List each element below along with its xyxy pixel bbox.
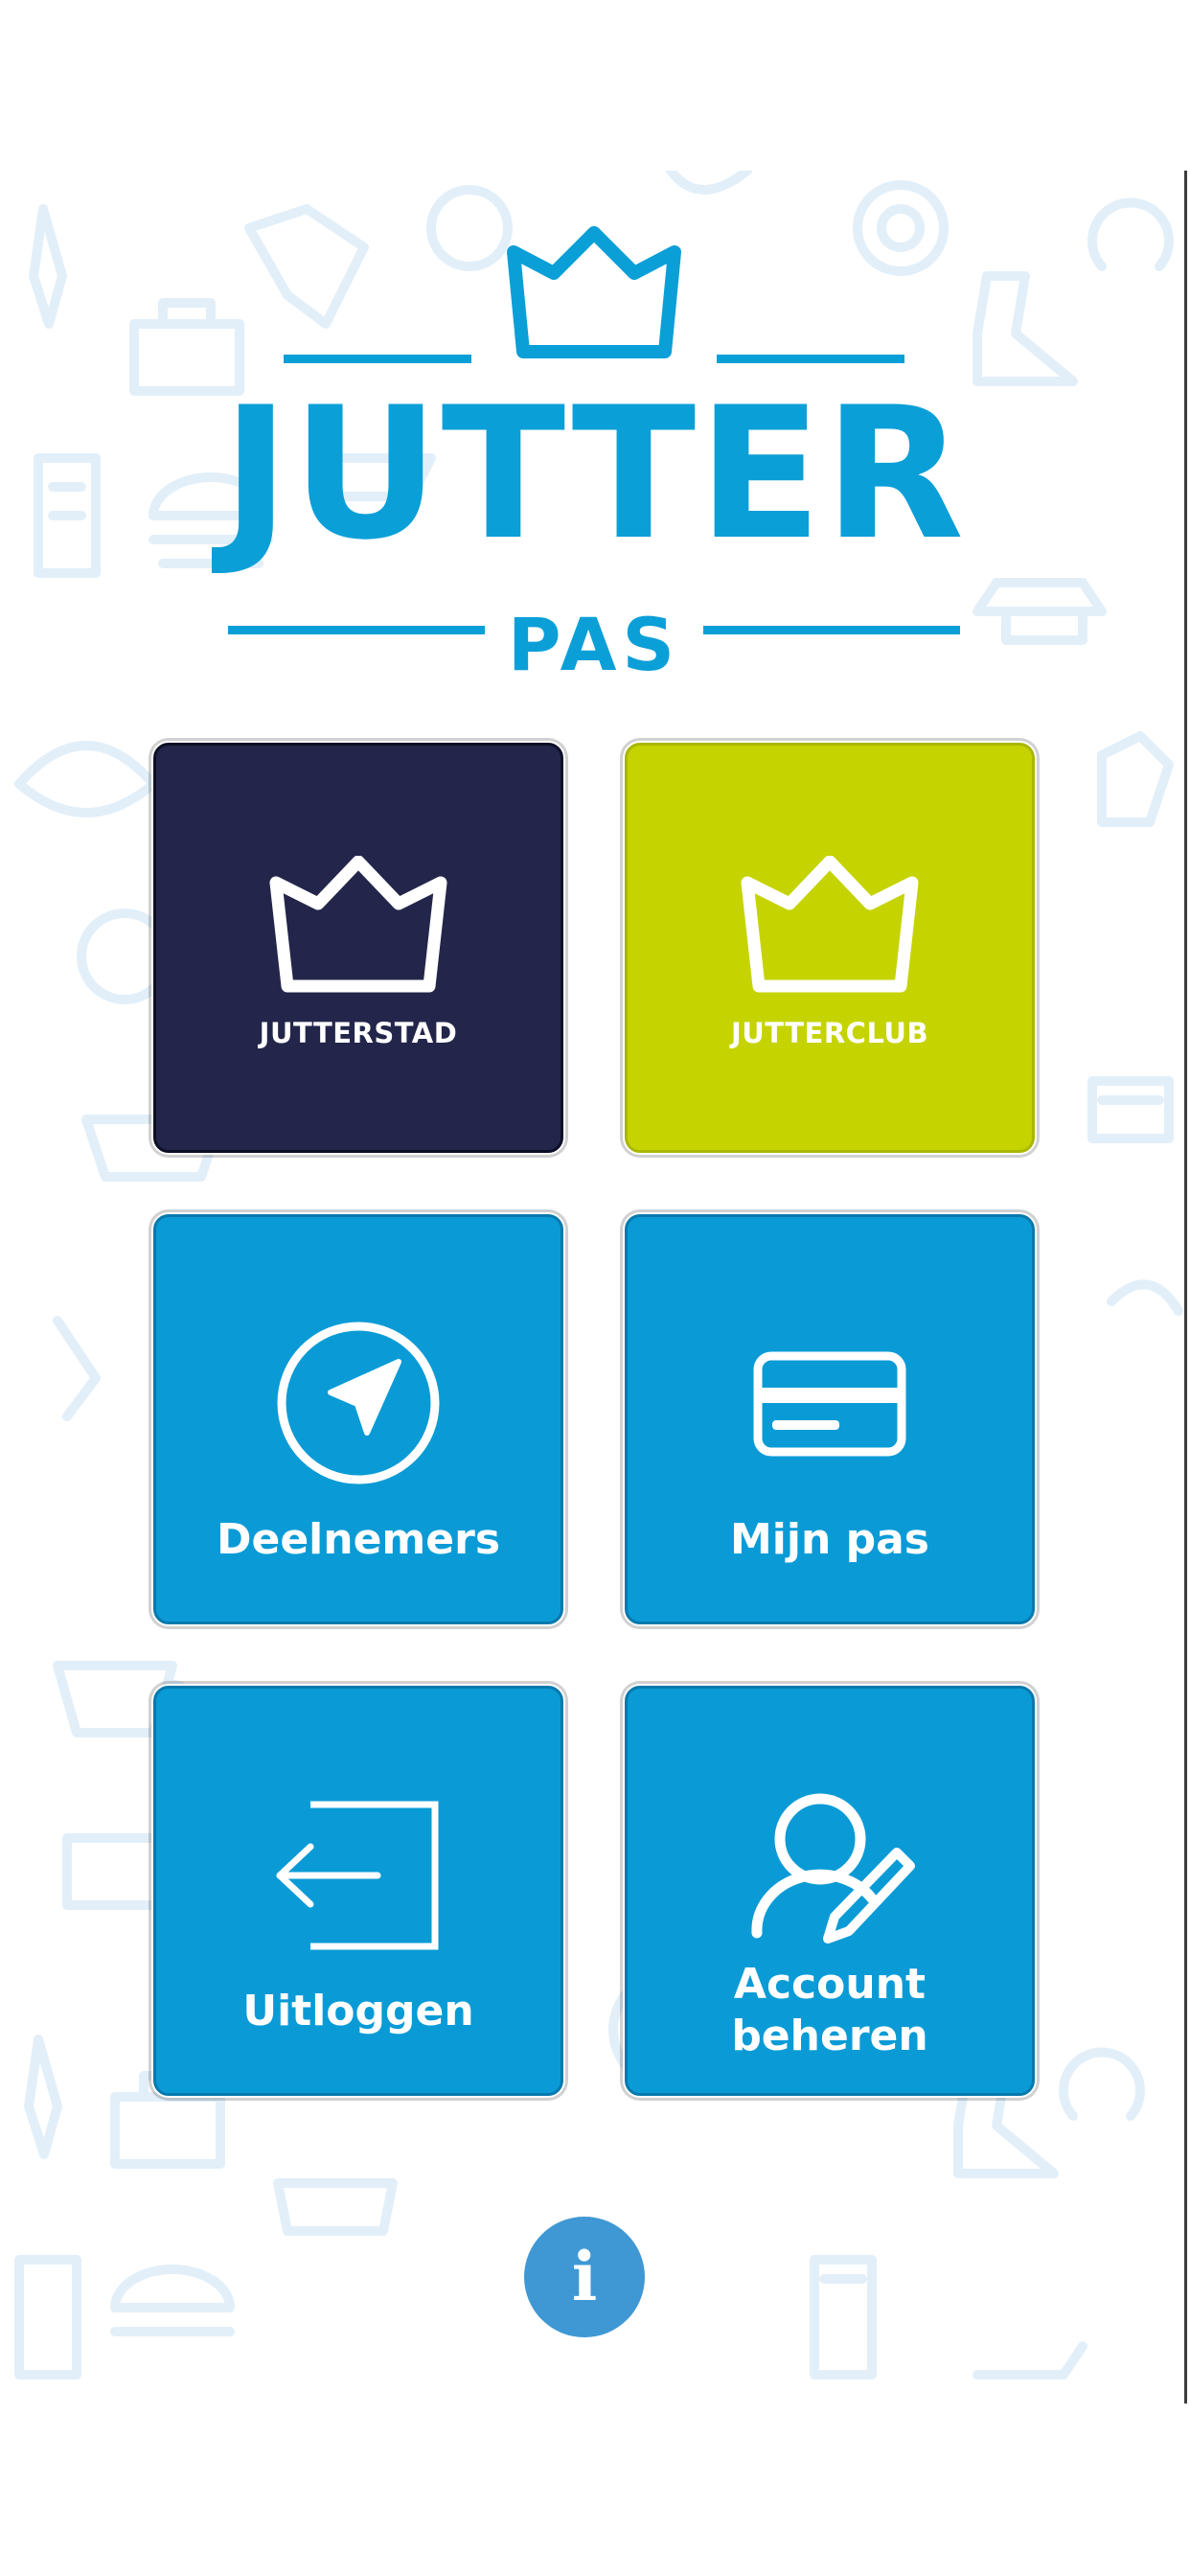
mijn-pas-tile[interactable]: Mijn pas [625,1214,1035,1624]
card-icon [753,1351,906,1457]
logo-title: JUTTER [221,368,967,580]
info-icon: i [571,2237,598,2316]
crown-icon [507,226,681,358]
account-beheren-tile[interactable]: Account beheren [625,1686,1035,2096]
screen-edge-divider [1184,171,1187,2404]
navigation-arrow-icon [277,1322,440,1484]
jutterstad-tile[interactable]: JUTTERSTAD [153,743,563,1153]
jutterclub-tile[interactable]: JUTTERCLUB [625,743,1035,1153]
logo-line-top-right [717,355,904,363]
jutter-pas-logo: JUTTER PAS [220,225,968,685]
uitloggen-tile[interactable]: Uitloggen [153,1686,563,2096]
jutterclub-label: JUTTERCLUB [730,1017,929,1049]
logo-line-top-left [284,355,471,363]
logout-icon [276,1801,439,1950]
deelnemers-tile[interactable]: Deelnemers [153,1214,563,1624]
mijn-pas-label: Mijn pas [730,1515,929,1564]
crown-icon [269,856,447,993]
crown-icon [741,856,919,993]
deelnemers-label: Deelnemers [216,1515,501,1564]
home-screen: JUTTER PAS JUTTERSTAD JUTTERCLUB Deelnem… [0,0,1190,2576]
info-button[interactable]: i [524,2217,645,2337]
user-edit-icon [751,1793,915,1944]
logo-subtitle: PAS [507,602,681,687]
account-beheren-label-line2: beheren [731,2012,928,2060]
account-beheren-label-line1: Account [733,1960,927,2009]
uitloggen-label: Uitloggen [242,1987,474,2036]
jutterstad-label: JUTTERSTAD [259,1017,458,1049]
